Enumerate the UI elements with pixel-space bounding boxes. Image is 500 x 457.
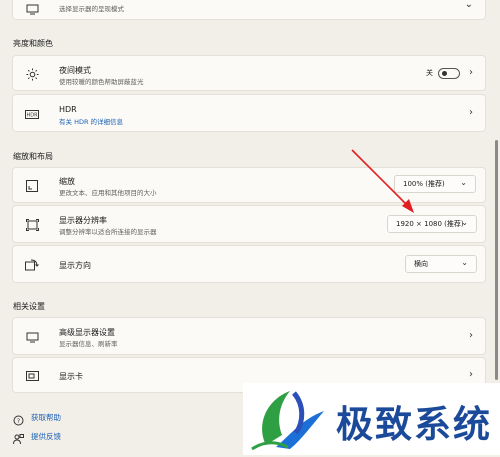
chevron-down-icon: ⌄: [460, 178, 467, 187]
hdr-info-link[interactable]: 有关 HDR 的详细信息: [59, 116, 123, 126]
orientation-card[interactable]: 显示方向 横向 ⌄: [12, 245, 486, 283]
monitor-icon: [25, 330, 39, 344]
scrollbar[interactable]: [495, 140, 498, 380]
night-mode-title: 夜间模式: [59, 66, 91, 75]
chevron-down-icon: ⌄: [461, 218, 468, 227]
night-mode-state-label: 关: [426, 69, 433, 77]
chevron-down-icon: ⌄: [461, 258, 468, 267]
feedback-icon: [13, 430, 24, 449]
chevron-down-icon[interactable]: ⌄: [465, 0, 473, 10]
brightness-icon: [25, 67, 39, 81]
chevron-right-icon[interactable]: ›: [469, 67, 473, 78]
scale-title: 缩放: [59, 177, 75, 186]
night-mode-toggle[interactable]: [438, 68, 460, 79]
advanced-display-subtitle: 显示器信息、刷新率: [59, 340, 118, 348]
resolution-value: 1920 × 1080 (推荐): [396, 220, 464, 228]
resolution-icon: [25, 218, 39, 232]
orientation-title: 显示方向: [59, 261, 91, 270]
resolution-title: 显示器分辨率: [59, 216, 107, 225]
watermark-logo: [246, 385, 330, 457]
section-scale-heading: 缩放和布局: [13, 152, 53, 161]
svg-text:HDR: HDR: [26, 112, 38, 118]
monitor-icon: [25, 2, 39, 16]
chevron-right-icon[interactable]: ›: [469, 369, 473, 380]
annotation-arrow: [351, 149, 414, 213]
advanced-display-card[interactable]: 高级显示器设置 显示器信息、刷新率 ›: [12, 317, 486, 355]
orientation-dropdown[interactable]: 横向 ⌄: [405, 255, 477, 273]
section-brightness-heading: 亮度和颜色: [13, 39, 53, 48]
advanced-display-title: 高级显示器设置: [59, 328, 115, 337]
get-help-link[interactable]: 获取帮助: [31, 412, 61, 423]
scale-subtitle: 更改文本、应用和其他项目的大小: [59, 189, 157, 197]
display-card-title: 显示卡: [59, 372, 83, 381]
orientation-icon: [25, 258, 39, 272]
hdr-title: HDR: [59, 105, 77, 114]
section-related-heading: 相关设置: [13, 302, 45, 311]
chevron-right-icon[interactable]: ›: [469, 107, 473, 118]
resolution-subtitle: 调整分辨率以适合所连接的显示器: [59, 228, 157, 236]
help-icon: ?: [13, 411, 24, 430]
display-card-icon: [25, 369, 39, 383]
scale-icon: [25, 179, 39, 193]
hdr-card[interactable]: HDR HDR 有关 HDR 的详细信息 ›: [12, 94, 486, 132]
orientation-value: 横向: [414, 260, 428, 268]
watermark-text: 极致系统: [336, 403, 492, 446]
chevron-right-icon[interactable]: ›: [469, 330, 473, 341]
hdr-icon: HDR: [25, 107, 39, 121]
display-mode-card[interactable]: 选择显示器的呈现模式 ⌄: [12, 0, 486, 20]
night-mode-card[interactable]: 夜间模式 使用较暖的颜色帮助屏蔽蓝光 关 ›: [12, 55, 486, 91]
display-mode-subtitle: 选择显示器的呈现模式: [59, 5, 124, 13]
night-mode-subtitle: 使用较暖的颜色帮助屏蔽蓝光: [59, 78, 144, 86]
resolution-dropdown[interactable]: 1920 × 1080 (推荐) ⌄: [387, 215, 477, 233]
svg-text:?: ?: [17, 418, 20, 425]
give-feedback-link[interactable]: 提供反馈: [31, 431, 61, 442]
